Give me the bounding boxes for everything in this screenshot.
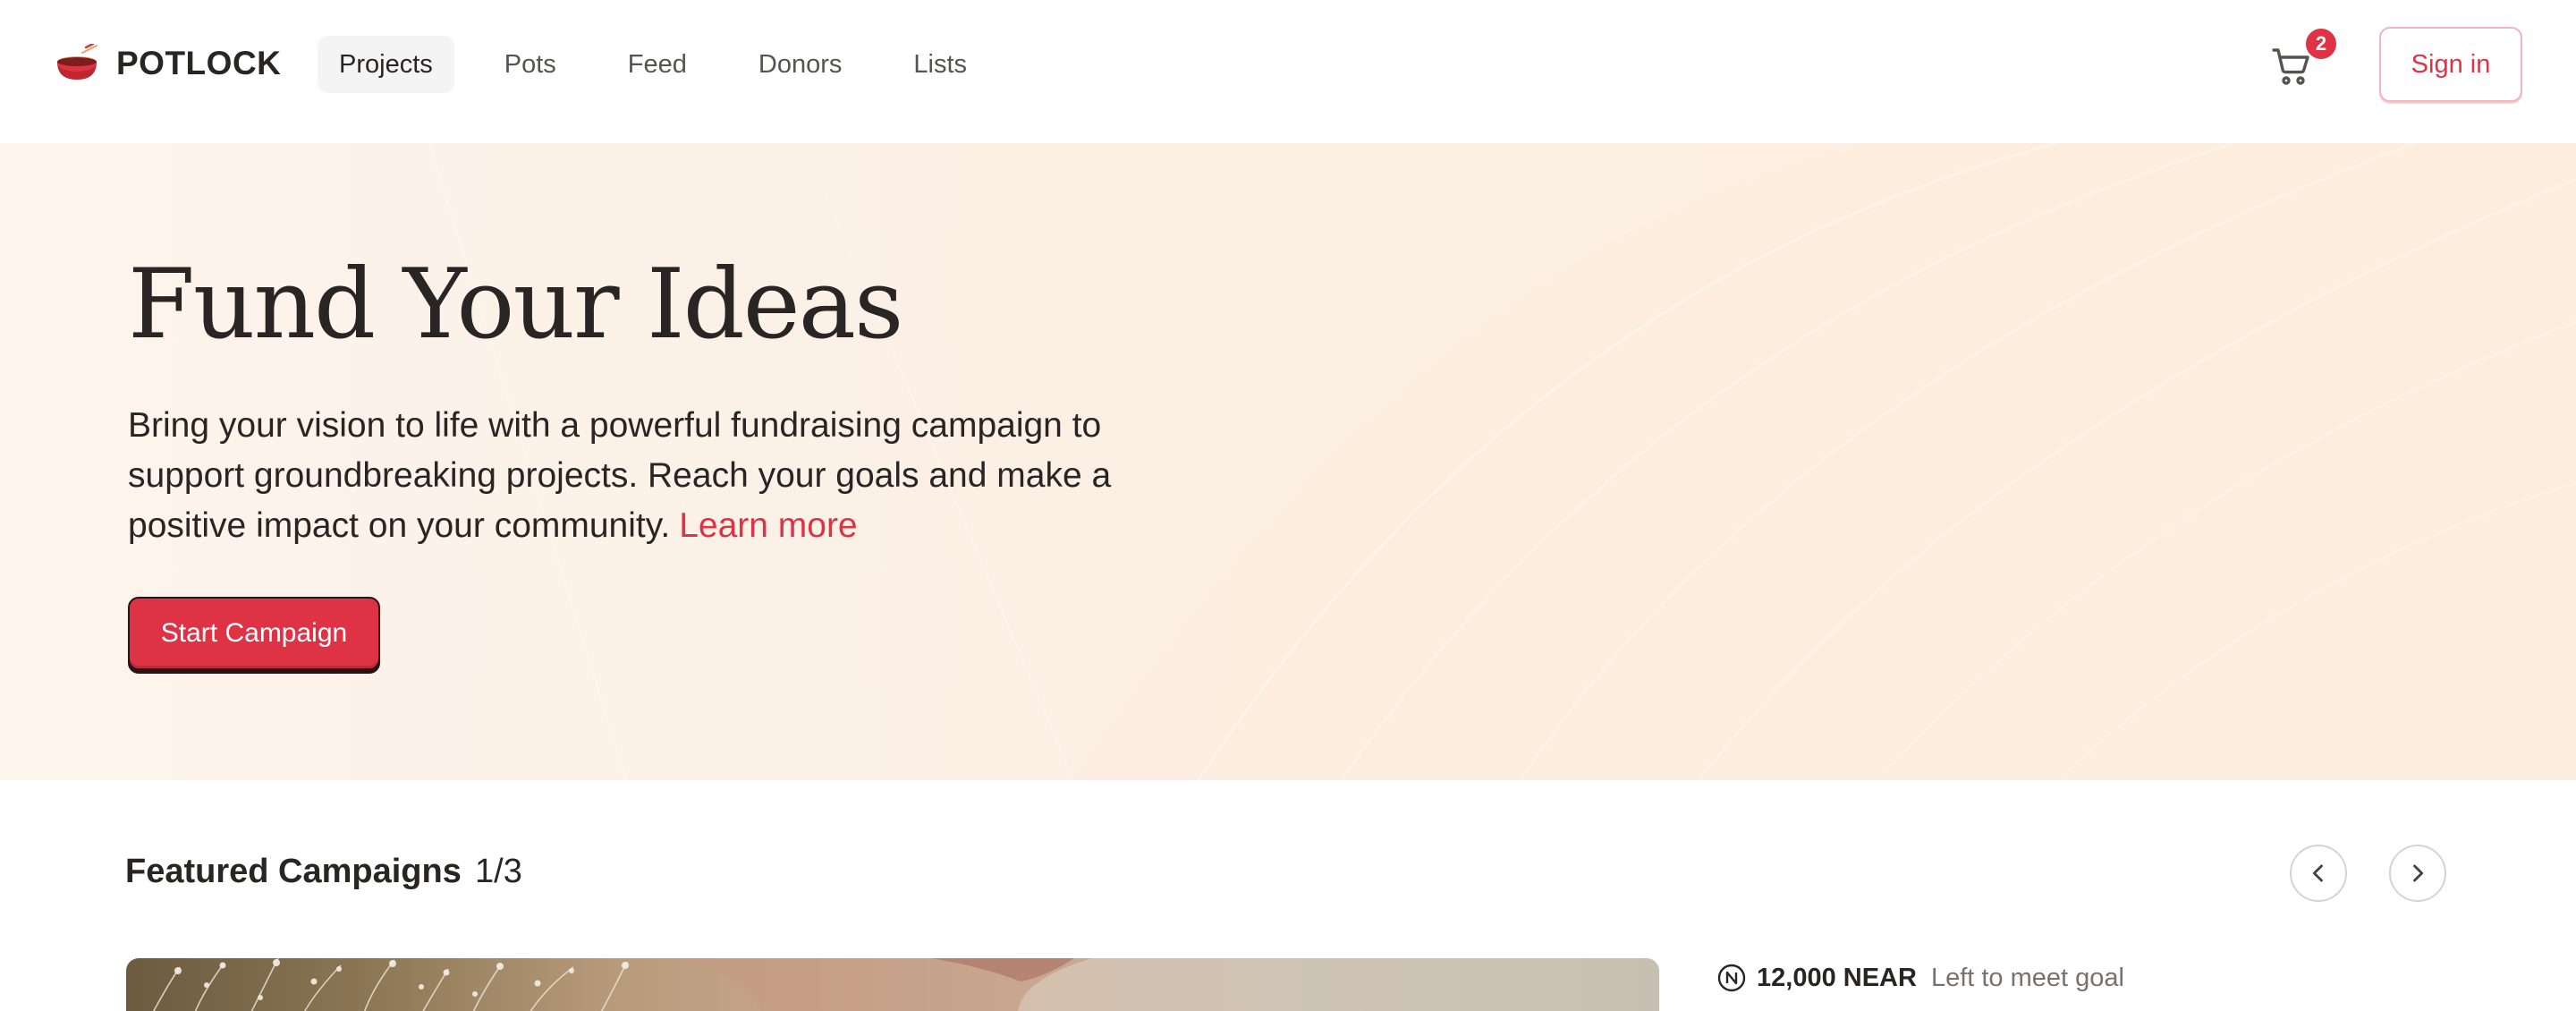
cart-button[interactable]: 2 [2267,27,2338,93]
brand-logo[interactable]: POTLOCK [55,41,281,86]
nav-item-pots[interactable]: Pots [483,36,578,93]
signin-button[interactable]: Sign in [2379,27,2522,102]
previous-campaign-button[interactable] [2290,845,2347,902]
start-campaign-button[interactable]: Start Campaign [128,597,380,670]
nav-item-projects[interactable]: Projects [318,36,454,93]
nav-item-donors[interactable]: Donors [737,36,864,93]
brand-name: POTLOCK [116,45,282,81]
hero-section: Fund Your Ideas Bring your vision to lif… [0,143,2576,780]
chevron-left-icon [2312,864,2323,882]
main-nav: Projects Pots Feed Donors Lists [318,36,1017,93]
hero-description: Bring your vision to life with a powerfu… [128,401,1130,551]
nav-item-feed[interactable]: Feed [606,36,708,93]
campaign-goal: 12,000 NEAR Left to meet goal [1717,960,2124,996]
nav-item-lists[interactable]: Lists [892,36,988,93]
featured-campaigns-title: Featured Campaigns [125,853,462,890]
campaign-photo-placeholder [152,958,1092,1011]
pot-icon [57,44,97,80]
featured-campaigns-counter: 1/3 [475,853,522,890]
near-icon [1717,964,1746,992]
goal-amount: 12,000 NEAR [1757,963,1917,992]
cart-count-badge: 2 [2304,27,2338,61]
hero-description-text: Bring your vision to life with a powerfu… [128,406,1112,545]
top-header: POTLOCK Projects Pots Feed Donors Lists … [0,0,2576,143]
learn-more-link[interactable]: Learn more [679,506,857,545]
chevron-right-icon [2413,864,2424,882]
hero-title: Fund Your Ideas [128,249,903,361]
goal-label: Left to meet goal [1930,963,2124,992]
featured-campaign-image[interactable] [126,958,1659,1011]
next-campaign-button[interactable] [2389,845,2446,902]
